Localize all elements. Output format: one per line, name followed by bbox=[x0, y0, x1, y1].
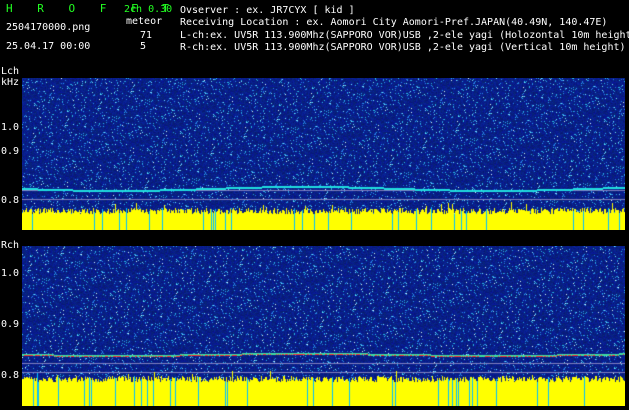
location-line: Receiving Location : ex. Aomori City Aom… bbox=[180, 17, 608, 28]
lch-label: Lch bbox=[1, 66, 20, 77]
rch-label: Rch bbox=[1, 240, 20, 251]
rch-tick-0.8: 0.8 bbox=[1, 370, 20, 381]
filename: 2504170000.png bbox=[6, 22, 91, 33]
rch-info-line: R-ch:ex. UV5R 113.900Mhz(SAPPORO VOR)USB… bbox=[180, 42, 626, 53]
lch-tick-0.8: 0.8 bbox=[1, 195, 20, 206]
observer-line: Ovserver : ex. JR7CYX [ kid ] bbox=[180, 5, 355, 16]
rch-tick-0.9: 0.9 bbox=[1, 319, 20, 330]
count-rch: 5 bbox=[140, 41, 147, 52]
mode-label: 2ch 0.30 bbox=[124, 4, 173, 15]
type-label: meteor bbox=[126, 16, 163, 27]
lch-tick-1.0: 1.0 bbox=[1, 122, 20, 133]
lch-unit: kHz bbox=[1, 77, 20, 88]
datetime: 25.04.17 00:00 bbox=[6, 41, 91, 52]
rch-tick-1.0: 1.0 bbox=[1, 268, 20, 279]
rch-spectrogram bbox=[22, 246, 625, 406]
lch-spectrogram bbox=[22, 78, 625, 230]
count-lch: 71 bbox=[140, 30, 153, 41]
lch-info-line: L-ch:ex. UV5R 113.900Mhz(SAPPORO VOR)USB… bbox=[180, 30, 629, 41]
lch-tick-0.9: 0.9 bbox=[1, 146, 20, 157]
